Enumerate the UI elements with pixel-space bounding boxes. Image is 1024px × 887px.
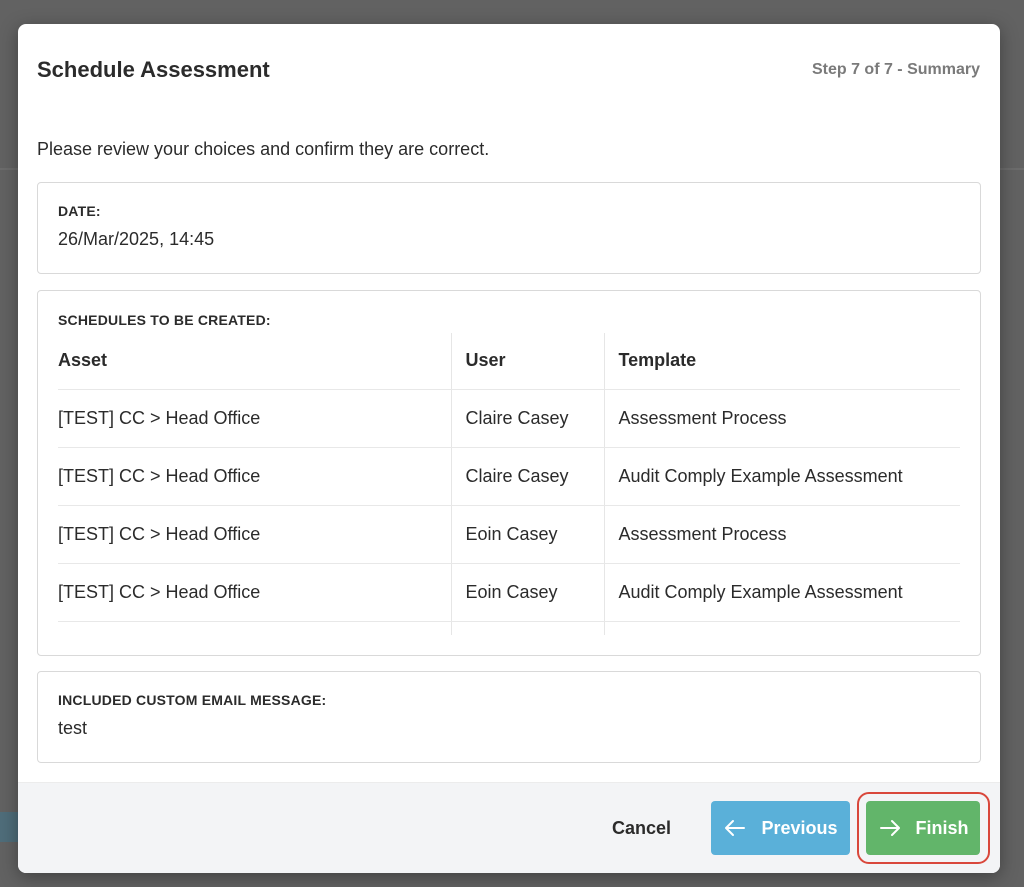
cell-user: Eoin Casey	[450, 505, 604, 564]
cancel-button[interactable]: Cancel	[612, 818, 671, 839]
table-row: [TEST] CC > Head Office Eoin Casey Asses…	[58, 505, 960, 564]
modal-header: Schedule Assessment Step 7 of 7 - Summar…	[18, 24, 1000, 116]
cell-template: Audit Comply Example Assessment	[603, 563, 960, 622]
cell-asset: [TEST] CC > Head Office	[58, 389, 451, 448]
previous-button-label: Previous	[761, 817, 838, 838]
email-message-card: INCLUDED CUSTOM EMAIL MESSAGE: test	[37, 671, 981, 763]
cell-asset: [TEST] CC > Head Office	[58, 563, 451, 622]
schedule-assessment-modal: Schedule Assessment Step 7 of 7 - Summar…	[18, 24, 1000, 873]
table-spacer-row	[58, 621, 960, 635]
column-header-user: User	[450, 333, 604, 390]
intro-text: Please review your choices and confirm t…	[37, 139, 490, 159]
background-divider	[1000, 168, 1024, 170]
column-header-template: Template	[603, 333, 960, 390]
cell-template: Audit Comply Example Assessment	[603, 447, 960, 506]
step-indicator: Step 7 of 7 - Summary	[811, 61, 980, 78]
modal-title: Schedule Assessment	[37, 57, 270, 82]
email-message-value: test	[58, 718, 88, 738]
email-message-label: INCLUDED CUSTOM EMAIL MESSAGE:	[58, 692, 327, 708]
table-row: [TEST] CC > Head Office Claire Casey Aud…	[58, 447, 960, 506]
finish-button[interactable]: Finish	[866, 801, 980, 855]
column-header-asset: Asset	[58, 333, 451, 390]
table-header-row: Asset User Template	[58, 333, 960, 390]
finish-button-label: Finish	[915, 817, 969, 838]
cell-user: Claire Casey	[450, 389, 604, 448]
modal-footer: Cancel Previous Finish	[18, 782, 1000, 873]
date-card: DATE: 26/Mar/2025, 14:45	[37, 182, 981, 274]
background-button	[0, 812, 18, 842]
date-label: DATE:	[58, 203, 101, 219]
arrow-right-icon	[879, 820, 900, 836]
cell-template: Assessment Process	[603, 389, 960, 448]
schedules-table: Asset User Template [TEST] CC > Head Off…	[58, 333, 960, 635]
schedules-card: SCHEDULES TO BE CREATED: Asset User Temp…	[37, 290, 981, 656]
arrow-left-icon	[725, 820, 746, 836]
previous-button[interactable]: Previous	[711, 801, 850, 855]
date-value: 26/Mar/2025, 14:45	[58, 229, 215, 249]
cell-user: Claire Casey	[450, 447, 604, 506]
table-row: [TEST] CC > Head Office Eoin Casey Audit…	[58, 563, 960, 622]
cell-user: Eoin Casey	[450, 563, 604, 622]
cell-asset: [TEST] CC > Head Office	[58, 447, 451, 506]
cell-asset: [TEST] CC > Head Office	[58, 505, 451, 564]
table-row: [TEST] CC > Head Office Claire Casey Ass…	[58, 389, 960, 448]
background-divider	[0, 168, 18, 170]
schedules-label: SCHEDULES TO BE CREATED:	[58, 312, 271, 328]
cell-template: Assessment Process	[603, 505, 960, 564]
